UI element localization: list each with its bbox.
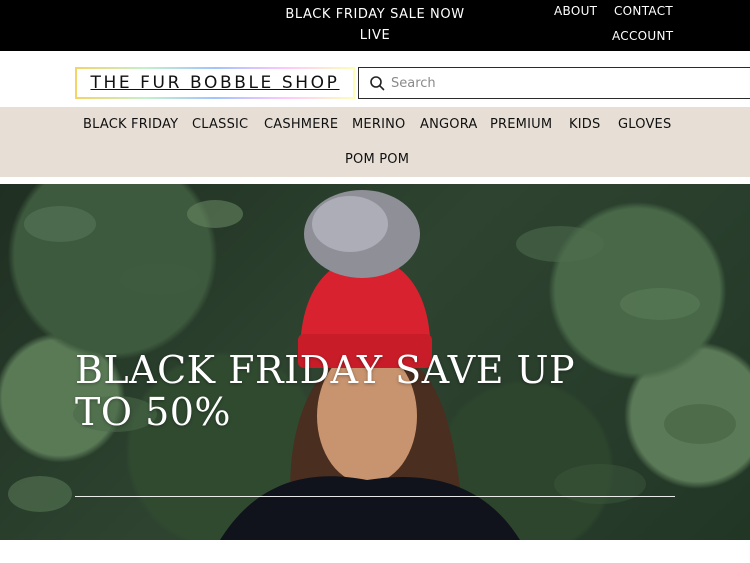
nav-item-premium[interactable]: PREMIUM bbox=[490, 116, 552, 134]
hero-divider bbox=[75, 496, 675, 497]
hero-headline: BLACK FRIDAY SAVE UP TO 50% bbox=[75, 348, 576, 434]
nav-item-black-friday[interactable]: BLACK FRIDAY bbox=[83, 116, 178, 134]
main-navigation: BLACK FRIDAY CLASSIC CASHMERE MERINO ANG… bbox=[0, 107, 750, 177]
search-box[interactable] bbox=[358, 67, 750, 99]
nav-item-pom-pom[interactable]: POM POM bbox=[345, 151, 409, 169]
nav-item-cashmere[interactable]: CASHMERE bbox=[264, 116, 338, 134]
site-header: THE FUR BOBBLE SHOP bbox=[0, 51, 750, 107]
account-link[interactable]: ACCOUNT bbox=[612, 29, 673, 43]
hero-banner[interactable]: BLACK FRIDAY SAVE UP TO 50% bbox=[0, 184, 750, 540]
nav-item-classic[interactable]: CLASSIC bbox=[192, 116, 248, 134]
search-input[interactable] bbox=[391, 69, 731, 97]
nav-item-kids[interactable]: KIDS bbox=[569, 116, 600, 134]
shop-logo[interactable]: THE FUR BOBBLE SHOP bbox=[75, 67, 355, 99]
search-icon[interactable] bbox=[369, 75, 385, 91]
nav-item-gloves[interactable]: GLOVES bbox=[618, 116, 671, 134]
nav-item-angora[interactable]: ANGORA bbox=[420, 116, 478, 134]
nav-item-merino[interactable]: MERINO bbox=[352, 116, 405, 134]
about-link[interactable]: ABOUT bbox=[554, 4, 597, 18]
announcement-bar: BLACK FRIDAY SALE NOW LIVE ABOUT CONTACT… bbox=[0, 0, 750, 51]
contact-link[interactable]: CONTACT bbox=[614, 4, 673, 18]
announcement-text: BLACK FRIDAY SALE NOW LIVE bbox=[285, 7, 465, 43]
